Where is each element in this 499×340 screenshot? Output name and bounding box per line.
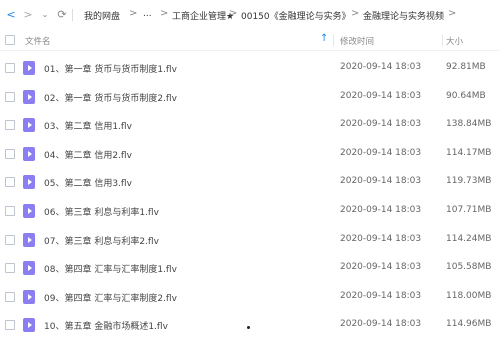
file-row[interactable]: 08、第四章 汇率与汇率制度1.flv 2020-09-14 18:03 105… bbox=[0, 254, 499, 283]
file-name[interactable]: 04、第二章 信用2.flv bbox=[44, 148, 132, 161]
video-file-icon bbox=[23, 118, 35, 133]
file-name[interactable]: 08、第四章 汇率与汇率制度1.flv bbox=[44, 262, 177, 275]
file-size: 92.81MB bbox=[446, 62, 486, 72]
file-row[interactable]: 05、第二章 信用3.flv 2020-09-14 18:03 119.73MB bbox=[0, 168, 499, 197]
mouse-cursor-dot bbox=[247, 326, 250, 329]
column-divider[interactable] bbox=[333, 35, 334, 46]
file-modified-time: 2020-09-14 18:03 bbox=[340, 176, 422, 187]
video-file-icon bbox=[23, 261, 35, 276]
file-modified-time: 2020-09-14 18:03 bbox=[340, 62, 422, 72]
file-size: 114.24MB bbox=[446, 233, 492, 244]
video-file-icon bbox=[23, 146, 35, 161]
sort-ascending-icon[interactable]: ↑ bbox=[320, 33, 328, 44]
file-size: 118.00MB bbox=[446, 290, 492, 301]
refresh-icon[interactable]: ⟳ bbox=[55, 0, 69, 30]
video-file-icon bbox=[23, 175, 35, 190]
file-name[interactable]: 05、第二章 信用3.flv bbox=[44, 176, 132, 189]
forward-arrow-icon[interactable]: > bbox=[21, 0, 35, 30]
breadcrumb-current[interactable]: 金融理论与实务视频 bbox=[363, 9, 444, 22]
breadcrumb-folder-2[interactable]: 00150《金融理论与实务》 bbox=[241, 9, 351, 22]
select-all-checkbox[interactable] bbox=[5, 35, 15, 45]
video-file-icon bbox=[23, 232, 35, 247]
file-row[interactable]: 09、第四章 汇率与汇率制度2.flv 2020-09-14 18:03 118… bbox=[0, 283, 499, 312]
file-row[interactable]: 03、第二章 信用1.flv 2020-09-14 18:03 138.84MB bbox=[0, 111, 499, 140]
file-row[interactable]: 01、第一章 货币与货币制度1.flv 2020-09-14 18:03 92.… bbox=[0, 54, 499, 83]
file-size: 90.64MB bbox=[446, 90, 486, 101]
file-row[interactable]: 04、第二章 信用2.flv 2020-09-14 18:03 114.17MB bbox=[0, 140, 499, 169]
row-checkbox[interactable] bbox=[5, 205, 15, 216]
video-file-icon bbox=[23, 89, 35, 104]
row-checkbox[interactable] bbox=[5, 320, 15, 331]
file-size: 107.71MB bbox=[446, 204, 492, 215]
file-name[interactable]: 07、第三章 利息与利率2.flv bbox=[44, 234, 159, 247]
file-modified-time: 2020-09-14 18:03 bbox=[340, 319, 422, 330]
breadcrumb-separator-icon: > bbox=[448, 8, 457, 19]
file-row[interactable]: 06、第三章 利息与利率1.flv 2020-09-14 18:03 107.7… bbox=[0, 197, 499, 226]
file-name[interactable]: 09、第四章 汇率与汇率制度2.flv bbox=[44, 291, 177, 304]
breadcrumb-separator-icon: > bbox=[160, 8, 169, 19]
breadcrumb-separator-icon: > bbox=[129, 8, 138, 19]
toolbar: < > ⌄ ⟳ 我的网盘 > ... > 工商企业管理★ > 00150《金融理… bbox=[0, 0, 499, 30]
video-file-icon bbox=[23, 289, 35, 304]
back-arrow-icon[interactable]: < bbox=[4, 0, 18, 30]
file-size: 138.84MB bbox=[446, 119, 492, 130]
file-size: 119.73MB bbox=[446, 176, 492, 187]
breadcrumb-separator-icon: > bbox=[229, 8, 238, 19]
file-name[interactable]: 10、第五章 金融市场概述1.flv bbox=[44, 319, 168, 332]
column-header-size[interactable]: 大小 bbox=[446, 35, 463, 47]
video-file-icon bbox=[23, 318, 35, 333]
file-modified-time: 2020-09-14 18:03 bbox=[340, 147, 422, 158]
row-checkbox[interactable] bbox=[5, 234, 15, 245]
breadcrumb-separator-icon: > bbox=[351, 8, 360, 19]
file-name[interactable]: 02、第一章 货币与货币制度2.flv bbox=[44, 91, 177, 104]
toolbar-divider bbox=[72, 9, 73, 21]
column-header-modified[interactable]: 修改时间 bbox=[340, 35, 374, 47]
column-divider[interactable] bbox=[442, 35, 443, 46]
row-checkbox[interactable] bbox=[5, 177, 15, 188]
file-size: 114.96MB bbox=[446, 319, 492, 330]
row-checkbox[interactable] bbox=[5, 291, 15, 302]
file-name[interactable]: 03、第二章 信用1.flv bbox=[44, 119, 132, 132]
column-header-name[interactable]: 文件名 bbox=[25, 35, 51, 47]
file-name[interactable]: 06、第三章 利息与利率1.flv bbox=[44, 205, 159, 218]
file-row[interactable]: 02、第一章 货币与货币制度2.flv 2020-09-14 18:03 90.… bbox=[0, 83, 499, 112]
file-size: 105.58MB bbox=[446, 262, 492, 273]
file-list-header: 文件名 ↑ 修改时间 大小 bbox=[0, 30, 499, 51]
breadcrumb-folder-1[interactable]: 工商企业管理★ bbox=[172, 9, 234, 22]
video-file-icon bbox=[23, 61, 35, 75]
row-checkbox[interactable] bbox=[5, 63, 15, 73]
file-modified-time: 2020-09-14 18:03 bbox=[340, 204, 422, 215]
file-list: 01、第一章 货币与货币制度1.flv 2020-09-14 18:03 92.… bbox=[0, 54, 499, 340]
file-modified-time: 2020-09-14 18:03 bbox=[340, 290, 422, 301]
file-modified-time: 2020-09-14 18:03 bbox=[340, 90, 422, 101]
row-checkbox[interactable] bbox=[5, 91, 15, 102]
row-checkbox[interactable] bbox=[5, 148, 15, 159]
video-file-icon bbox=[23, 203, 35, 218]
row-checkbox[interactable] bbox=[5, 263, 15, 274]
file-modified-time: 2020-09-14 18:03 bbox=[340, 233, 422, 244]
row-checkbox[interactable] bbox=[5, 120, 15, 131]
file-modified-time: 2020-09-14 18:03 bbox=[340, 262, 422, 273]
breadcrumb-ellipsis[interactable]: ... bbox=[143, 9, 152, 19]
file-size: 114.17MB bbox=[446, 147, 492, 158]
file-row[interactable]: 07、第三章 利息与利率2.flv 2020-09-14 18:03 114.2… bbox=[0, 226, 499, 255]
file-modified-time: 2020-09-14 18:03 bbox=[340, 119, 422, 130]
breadcrumb-root[interactable]: 我的网盘 bbox=[84, 9, 120, 22]
chevron-down-icon[interactable]: ⌄ bbox=[38, 0, 52, 30]
file-name[interactable]: 01、第一章 货币与货币制度1.flv bbox=[44, 62, 177, 75]
